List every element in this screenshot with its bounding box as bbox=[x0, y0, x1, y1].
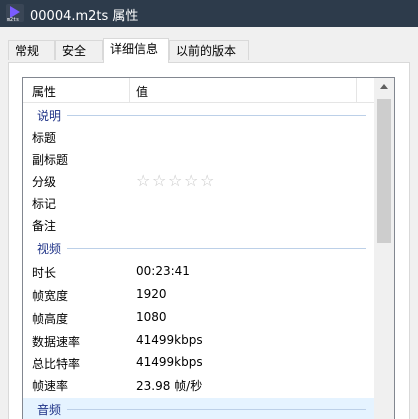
star-icon[interactable]: ☆ bbox=[152, 170, 168, 192]
property-value: 1920 bbox=[136, 287, 167, 301]
tab-security[interactable]: 安全 bbox=[55, 40, 103, 60]
video-file-icon: m2ts bbox=[6, 4, 24, 23]
property-key: 帧高度 bbox=[32, 312, 69, 326]
column-value[interactable]: 值 bbox=[136, 83, 148, 100]
star-icon[interactable]: ☆ bbox=[200, 170, 216, 192]
property-row[interactable]: 帧高度 1080 bbox=[23, 307, 374, 329]
property-key: 帧速率 bbox=[32, 379, 69, 393]
property-key: 帧宽度 bbox=[32, 289, 69, 303]
property-row[interactable]: 副标题 bbox=[23, 148, 374, 170]
scrollbar-thumb[interactable] bbox=[377, 99, 391, 243]
chevron-up-icon bbox=[380, 84, 388, 89]
group-header-audio[interactable]: 音频 bbox=[23, 398, 374, 419]
property-key: 分级 bbox=[32, 175, 57, 189]
rating-stars[interactable]: ☆ ☆ ☆ ☆ ☆ bbox=[136, 170, 216, 192]
property-row[interactable]: 备注 bbox=[23, 214, 374, 236]
scroll-up-button[interactable] bbox=[374, 78, 394, 95]
property-value: 1080 bbox=[136, 310, 167, 324]
star-icon[interactable]: ☆ bbox=[184, 170, 200, 192]
property-key: 标题 bbox=[32, 131, 57, 145]
group-title: 音频 bbox=[37, 403, 62, 417]
property-key: 数据速率 bbox=[32, 335, 81, 349]
star-icon[interactable]: ☆ bbox=[168, 170, 184, 192]
property-row[interactable]: 时长 00:23:41 bbox=[23, 261, 374, 283]
property-value: 23.98 帧/秒 bbox=[136, 379, 203, 393]
property-value: 00:23:41 bbox=[136, 264, 190, 278]
property-row[interactable]: 总比特率 41499kbps bbox=[23, 352, 374, 374]
title-bar: m2ts 00004.m2ts 属性 bbox=[0, 0, 418, 27]
property-key: 副标题 bbox=[32, 153, 69, 167]
tab-strip: 常规 安全 详细信息 以前的版本 bbox=[8, 38, 410, 63]
vertical-scrollbar[interactable] bbox=[374, 78, 394, 419]
property-row[interactable]: 帧宽度 1920 bbox=[23, 284, 374, 306]
column-property[interactable]: 属性 bbox=[32, 83, 56, 100]
file-type-tag: m2ts bbox=[7, 17, 20, 23]
property-value: 41499kbps bbox=[136, 333, 203, 347]
group-title: 说明 bbox=[37, 109, 62, 123]
group-header-video[interactable]: 视频 bbox=[23, 237, 374, 259]
tab-general[interactable]: 常规 bbox=[8, 40, 55, 60]
star-icon[interactable]: ☆ bbox=[136, 170, 152, 192]
property-row[interactable]: 数据速率 41499kbps bbox=[23, 330, 374, 352]
property-key: 总比特率 bbox=[32, 357, 81, 371]
column-header: 属性 值 bbox=[23, 78, 374, 103]
group-title: 视频 bbox=[37, 242, 62, 256]
window-title: 00004.m2ts 属性 bbox=[30, 9, 139, 24]
property-value: 41499kbps bbox=[136, 355, 203, 369]
property-key: 备注 bbox=[32, 219, 57, 233]
tab-previous-versions[interactable]: 以前的版本 bbox=[169, 40, 249, 60]
property-key: 标记 bbox=[32, 197, 57, 211]
property-key: 时长 bbox=[32, 266, 57, 280]
property-row[interactable]: 帧速率 23.98 帧/秒 bbox=[23, 374, 374, 396]
property-row[interactable]: 标题 bbox=[23, 126, 374, 148]
property-list[interactable]: 属性 值 说明 标题 副标题 分级 ☆ ☆ ☆ ☆ ☆ 标记 备注 视频 时长 00:2… bbox=[22, 77, 395, 419]
group-header-description[interactable]: 说明 bbox=[23, 104, 374, 126]
property-row[interactable]: 分级 ☆ ☆ ☆ ☆ ☆ bbox=[23, 170, 374, 192]
tab-details[interactable]: 详细信息 bbox=[103, 38, 169, 63]
property-row[interactable]: 标记 bbox=[23, 192, 374, 214]
